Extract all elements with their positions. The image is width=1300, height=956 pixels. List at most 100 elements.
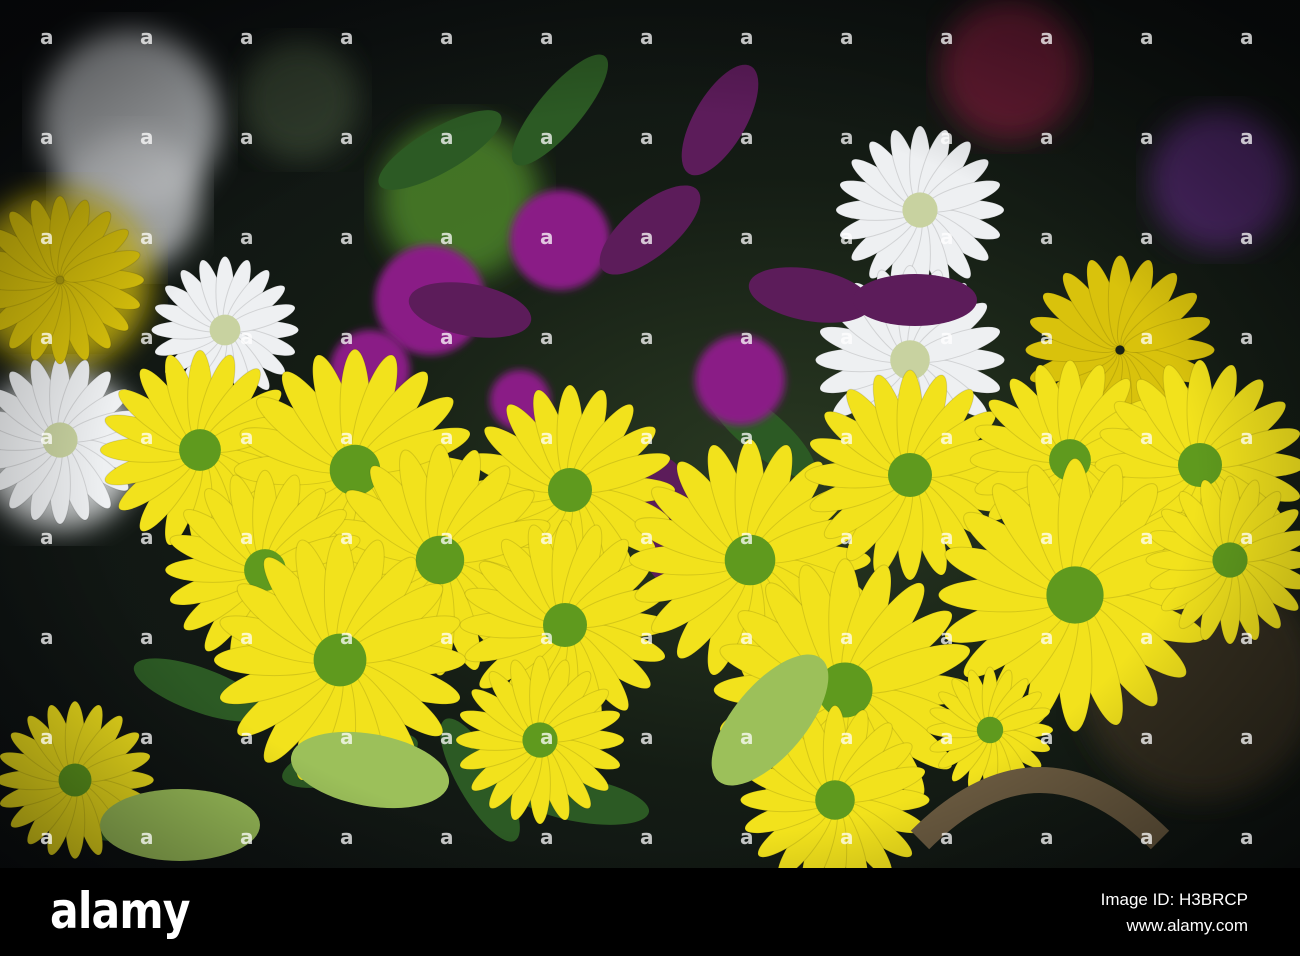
watermark-glyph: a <box>340 525 354 549</box>
watermark-glyph: a <box>740 25 754 49</box>
watermark-glyph: a <box>1040 125 1054 149</box>
watermark-glyph: a <box>140 225 154 249</box>
alamy-logo: alamy <box>50 882 191 940</box>
watermark-glyph: a <box>340 325 354 349</box>
watermark-glyph: a <box>540 125 554 149</box>
watermark-glyph: a <box>640 525 654 549</box>
watermark-glyph: a <box>640 725 654 749</box>
watermark-glyph: a <box>1140 325 1154 349</box>
watermark-glyph: a <box>140 425 154 449</box>
watermark-glyph: a <box>740 225 754 249</box>
watermark-glyph: a <box>140 125 154 149</box>
watermark-glyph: a <box>240 325 254 349</box>
watermark-glyph: a <box>240 725 254 749</box>
watermark-glyph: a <box>940 225 954 249</box>
watermark-glyph: a <box>940 25 954 49</box>
watermark-glyph: a <box>1240 525 1254 549</box>
watermark-glyph: a <box>540 625 554 649</box>
watermark-glyph: a <box>40 625 54 649</box>
watermark-glyph: a <box>140 325 154 349</box>
watermark-glyph: a <box>440 725 454 749</box>
watermark-glyph: a <box>1040 425 1054 449</box>
watermark-glyph: a <box>840 125 854 149</box>
watermark-glyph: a <box>540 525 554 549</box>
watermark-glyph: a <box>40 125 54 149</box>
watermark-glyph: a <box>1240 825 1254 849</box>
watermark-glyph: a <box>540 825 554 849</box>
watermark-glyph: a <box>1140 825 1154 849</box>
watermark-glyph: a <box>740 725 754 749</box>
watermark-glyph: a <box>240 425 254 449</box>
watermark-glyph: a <box>140 825 154 849</box>
watermark-glyph: a <box>640 625 654 649</box>
watermark-glyph: a <box>1040 825 1054 849</box>
watermark-glyph: a <box>40 525 54 549</box>
watermark-glyph: a <box>640 225 654 249</box>
watermark-glyph: a <box>640 125 654 149</box>
watermark-glyph: a <box>340 125 354 149</box>
watermark-glyph: a <box>540 725 554 749</box>
watermark-glyph: a <box>1040 625 1054 649</box>
watermark-glyph: a <box>1040 725 1054 749</box>
watermark-glyph: a <box>440 625 454 649</box>
watermark-glyph: a <box>140 725 154 749</box>
watermark-glyph: a <box>740 125 754 149</box>
watermark-glyph: a <box>440 425 454 449</box>
watermark-glyph: a <box>940 325 954 349</box>
watermark-glyph: a <box>540 425 554 449</box>
watermark-glyph: a <box>840 25 854 49</box>
watermark-glyph: a <box>440 225 454 249</box>
watermark-glyph: a <box>940 425 954 449</box>
watermark-glyph: a <box>40 225 54 249</box>
watermark-glyph: a <box>140 25 154 49</box>
watermark-glyph: a <box>840 425 854 449</box>
watermark-glyph: a <box>40 425 54 449</box>
watermark-glyph: a <box>1240 325 1254 349</box>
watermark-glyph: a <box>640 825 654 849</box>
watermark-glyph: a <box>1240 125 1254 149</box>
watermark-glyph: a <box>340 825 354 849</box>
watermark-glyph: a <box>640 325 654 349</box>
watermark-glyph: a <box>1140 725 1154 749</box>
watermark-glyph: a <box>1140 125 1154 149</box>
watermark-glyph: a <box>1240 425 1254 449</box>
watermark-glyph: a <box>840 525 854 549</box>
watermark-glyph: a <box>240 825 254 849</box>
watermark-glyph: a <box>840 825 854 849</box>
watermark-glyph: a <box>1140 525 1154 549</box>
watermark-glyph: a <box>340 625 354 649</box>
watermark-glyph: a <box>140 625 154 649</box>
watermark-glyph: a <box>640 425 654 449</box>
watermark-glyph: a <box>240 525 254 549</box>
watermark-glyph: a <box>940 725 954 749</box>
watermark-glyph: a <box>440 325 454 349</box>
watermark-glyph: a <box>940 625 954 649</box>
watermark-glyph: a <box>1240 225 1254 249</box>
watermark-glyph: a <box>540 25 554 49</box>
watermark-glyph: a <box>1240 625 1254 649</box>
watermark-glyph: a <box>740 425 754 449</box>
watermark-glyph: a <box>840 225 854 249</box>
watermark-glyph: a <box>740 625 754 649</box>
watermark-glyph: a <box>340 225 354 249</box>
watermark-glyph: a <box>740 825 754 849</box>
watermark-glyph: a <box>940 825 954 849</box>
site-url: www.alamy.com <box>1126 916 1248 935</box>
watermark-glyph: a <box>1240 25 1254 49</box>
footer-bar: alamy Image ID: H3BRCP www.alamy.com <box>0 868 1300 956</box>
watermark-glyph: a <box>240 125 254 149</box>
watermark-glyph: a <box>40 325 54 349</box>
watermark-glyph: a <box>940 525 954 549</box>
watermark-glyph: a <box>1140 425 1154 449</box>
watermark-glyph: a <box>840 325 854 349</box>
watermark-glyph: a <box>240 25 254 49</box>
watermark-glyph: a <box>540 325 554 349</box>
watermark-glyph: a <box>1140 225 1154 249</box>
watermark-glyph: a <box>1140 625 1154 649</box>
watermark-glyph: a <box>640 25 654 49</box>
watermark-glyph: a <box>1140 25 1154 49</box>
watermark-glyph: a <box>340 425 354 449</box>
watermark-glyph: a <box>840 625 854 649</box>
watermark-glyph: a <box>440 525 454 549</box>
watermark-glyph: a <box>1040 525 1054 549</box>
